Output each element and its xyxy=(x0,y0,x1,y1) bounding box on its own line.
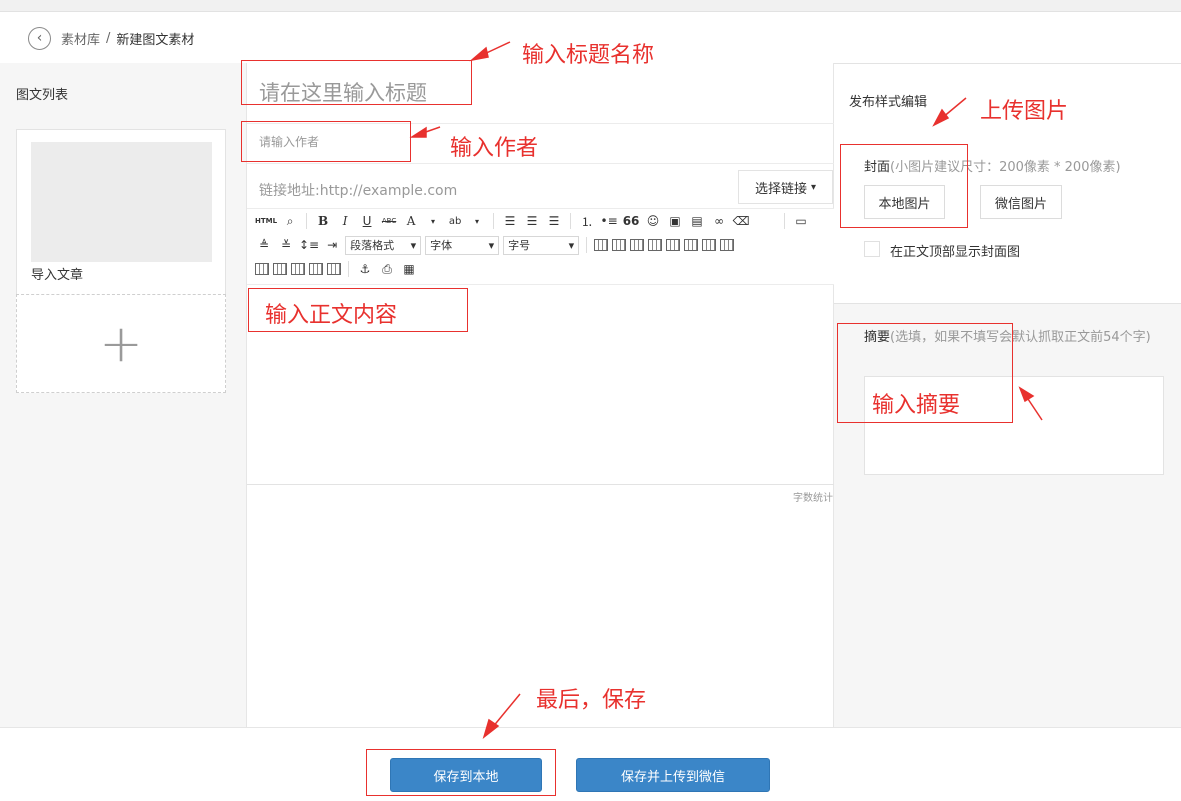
html-source-button[interactable]: HTML xyxy=(255,212,277,230)
annotation-box-author xyxy=(241,121,411,162)
arrow-icon xyxy=(469,41,511,62)
caret-down-icon: ▾ xyxy=(488,238,495,252)
article-list-panel: 图文列表 导入文章 + xyxy=(0,63,246,727)
link-input[interactable]: 链接地址:http://example.com xyxy=(259,180,457,200)
bottom-action-bar: 保存到本地 保存并上传到微信 xyxy=(0,727,1181,801)
highlight-button[interactable]: ab xyxy=(446,212,464,230)
breadcrumb-parent[interactable]: 素材库 xyxy=(61,29,100,48)
ordered-list-icon[interactable]: ⒈ xyxy=(578,212,596,230)
strikethrough-button[interactable]: ABC xyxy=(380,212,398,230)
annotation-text-author: 输入作者 xyxy=(450,136,539,161)
indent-icon[interactable]: ⇥ xyxy=(323,236,341,254)
add-article-button[interactable]: + xyxy=(16,294,226,393)
annotation-box-upload xyxy=(840,144,968,228)
caret-down-icon[interactable]: ▾ xyxy=(468,212,486,230)
eraser-icon[interactable]: ⌫ xyxy=(732,212,750,230)
video-icon[interactable]: ▤ xyxy=(688,212,706,230)
insert-col-icon[interactable] xyxy=(666,239,681,251)
merge-cells-icon[interactable] xyxy=(702,239,717,251)
toolbar-row: ⚓ ⎙ ▦ xyxy=(255,259,418,279)
font-size-value: 字号 xyxy=(508,239,531,252)
underline-button[interactable]: U xyxy=(358,212,376,230)
wechat-image-button[interactable]: 微信图片 xyxy=(980,185,1062,219)
breadcrumb-current: 新建图文素材 xyxy=(116,32,195,48)
divider xyxy=(348,261,349,277)
font-select[interactable]: 字体 ▾ xyxy=(425,235,500,255)
editor-panel: 请在这里输入标题 请输入作者 链接地址:http://example.com 选… xyxy=(246,63,835,727)
paragraph-format-value: 段落格式 xyxy=(350,239,395,252)
align-right-icon[interactable]: ☰ xyxy=(545,212,563,230)
spacing-top-icon[interactable]: ≜ xyxy=(255,236,273,254)
font-color-button[interactable]: A xyxy=(402,212,420,230)
annotation-text-body: 输入正文内容 xyxy=(265,303,398,328)
plus-icon: + xyxy=(99,313,143,374)
merge-right-icon[interactable] xyxy=(255,263,269,275)
annotation-box-title xyxy=(241,60,472,105)
insert-row-icon[interactable] xyxy=(630,239,645,251)
split-rows-icon[interactable] xyxy=(291,263,305,275)
divider xyxy=(586,237,588,253)
paragraph-format-select[interactable]: 段落格式 ▾ xyxy=(345,235,422,255)
preview-icon[interactable]: ▭ xyxy=(792,212,810,230)
split-cells-icon[interactable] xyxy=(720,239,735,251)
caret-down-icon: ▾ xyxy=(810,181,817,193)
paste-icon[interactable]: ▦ xyxy=(400,260,418,278)
editor-toolbar: HTML ⌕ B I U ABC A ▾ ab ▾ ☰ ☰ ☰ ⒈ •≡ 66 … xyxy=(247,208,835,284)
chevron-left-icon[interactable]: ‹ xyxy=(28,26,51,50)
caret-down-icon: ▾ xyxy=(410,238,417,252)
top-strip xyxy=(0,0,1181,12)
save-upload-button[interactable]: 保存并上传到微信 xyxy=(576,758,770,792)
caret-down-icon: ▾ xyxy=(568,238,575,252)
merge-down-icon[interactable] xyxy=(273,263,287,275)
table-properties-icon[interactable] xyxy=(612,239,627,251)
divider xyxy=(306,213,308,229)
image-icon[interactable]: ▣ xyxy=(666,212,684,230)
blockquote-button[interactable]: 66 xyxy=(622,212,640,230)
font-value: 字体 xyxy=(430,239,453,252)
link-icon[interactable]: ∞ xyxy=(710,212,728,230)
table-icon[interactable] xyxy=(594,239,609,251)
bold-button[interactable]: B xyxy=(314,212,332,230)
emoji-button[interactable]: ☺ xyxy=(644,212,662,230)
article-list-title: 图文列表 xyxy=(16,88,69,103)
show-cover-checkbox[interactable] xyxy=(864,241,880,257)
article-card[interactable]: 导入文章 xyxy=(16,129,226,295)
annotation-text-title: 输入标题名称 xyxy=(522,43,655,68)
delete-row-icon[interactable] xyxy=(648,239,663,251)
publish-style-title: 发布样式编辑 xyxy=(849,95,928,110)
caret-down-icon[interactable]: ▾ xyxy=(424,212,442,230)
line-height-icon[interactable]: ↕≡ xyxy=(299,236,319,254)
article-thumbnail xyxy=(31,142,212,262)
search-icon[interactable]: ⌕ xyxy=(281,212,299,230)
article-label: 导入文章 xyxy=(31,268,84,283)
anchor-icon[interactable]: ⚓ xyxy=(356,260,374,278)
annotation-box-save xyxy=(366,749,556,796)
divider xyxy=(784,213,786,229)
toolbar-row: ≜ ≚ ↕≡ ⇥ 段落格式 ▾ 字体 ▾ 字号 ▾ xyxy=(255,235,735,255)
split-cols-icon[interactable] xyxy=(309,263,323,275)
divider xyxy=(493,213,495,229)
annotation-text-upload: 上传图片 xyxy=(980,99,1069,124)
print-icon[interactable]: ⎙ xyxy=(378,260,396,278)
font-size-select[interactable]: 字号 ▾ xyxy=(503,235,580,255)
align-left-icon[interactable]: ☰ xyxy=(501,212,519,230)
word-count-label: 字数统计 xyxy=(793,493,833,504)
align-center-icon[interactable]: ☰ xyxy=(523,212,541,230)
divider xyxy=(247,163,835,164)
unordered-list-icon[interactable]: •≡ xyxy=(600,212,618,230)
breadcrumb-separator: / xyxy=(106,30,111,46)
select-link-label: 选择链接 xyxy=(754,181,807,197)
breadcrumb: ‹ 素材库 / 新建图文素材 xyxy=(28,26,194,50)
italic-button[interactable]: I xyxy=(336,212,354,230)
select-link-button[interactable]: 选择链接 ▾ xyxy=(738,170,833,204)
annotation-text-save: 最后，保存 xyxy=(536,688,647,713)
delete-col-icon[interactable] xyxy=(684,239,699,251)
delete-table-icon[interactable] xyxy=(327,263,341,275)
divider xyxy=(570,213,572,229)
annotation-text-summary: 输入摘要 xyxy=(872,393,961,418)
toolbar-row: HTML ⌕ B I U ABC A ▾ ab ▾ ☰ ☰ ☰ ⒈ •≡ 66 … xyxy=(255,211,810,231)
show-cover-label: 在正文顶部显示封面图 xyxy=(890,245,1021,260)
word-count-bar: 字数统计 xyxy=(247,484,835,504)
spacing-bottom-icon[interactable]: ≚ xyxy=(277,236,295,254)
